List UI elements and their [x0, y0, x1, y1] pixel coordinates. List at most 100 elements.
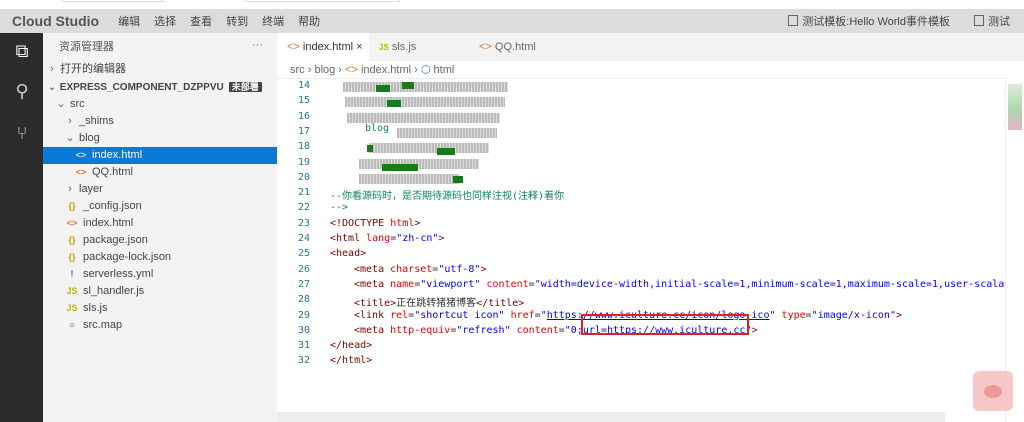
- file-tree-item[interactable]: › _shims: [43, 113, 277, 130]
- explorer-icon[interactable]: ⧉: [12, 41, 32, 61]
- test-template-button[interactable]: 测试模板:Hello World事件模板: [788, 13, 950, 29]
- file-tree-item[interactable]: <> index.html: [43, 215, 277, 232]
- ascii-art: [345, 97, 505, 107]
- code-token: <meta: [354, 263, 391, 275]
- code-token: </html>: [330, 355, 373, 367]
- menu-select[interactable]: 选择: [154, 13, 176, 29]
- ascii-art-mark: [402, 82, 414, 89]
- line-number: 29: [297, 309, 310, 321]
- menu-help[interactable]: 帮助: [298, 13, 320, 29]
- breadcrumb-blog[interactable]: blog: [314, 64, 335, 76]
- file-tree-label: blog: [79, 132, 100, 144]
- code-token: <meta: [354, 324, 391, 336]
- line-number: 16: [297, 110, 310, 122]
- line-number: 21: [297, 187, 310, 199]
- code-line: <html lang="zh-cn">: [330, 233, 444, 244]
- menu-terminal[interactable]: 终端: [262, 13, 284, 29]
- file-tree-item[interactable]: ! serverless.yml: [43, 266, 277, 283]
- code-token: lang: [366, 233, 391, 244]
- code-token: </title>: [476, 298, 525, 310]
- file-tree-label: sl_handler.js: [83, 285, 145, 297]
- menu-view[interactable]: 查看: [190, 13, 212, 29]
- breadcrumb: src › blog › <> index.html › ⬡ html: [290, 64, 455, 76]
- chevron-right-icon: ›: [68, 115, 72, 127]
- ascii-art-mark: [437, 148, 455, 155]
- breadcrumb-html[interactable]: html: [434, 64, 455, 76]
- open-editors-section[interactable]: › 打开的编辑器: [43, 61, 277, 78]
- file-tree-item[interactable]: {} package.json: [43, 232, 277, 249]
- code-token: href: [510, 309, 535, 321]
- breadcrumb-file[interactable]: index.html: [361, 64, 411, 76]
- file-tree-label: package.json: [83, 234, 148, 246]
- line-number: 25: [297, 248, 310, 260]
- file-tree-item[interactable]: › layer: [43, 181, 277, 198]
- line-number: 32: [297, 355, 310, 367]
- code-token: html: [390, 217, 415, 229]
- code-token: <head>: [330, 248, 367, 260]
- close-icon[interactable]: ×: [356, 41, 362, 53]
- code-line: <meta name="viewport" content="width=dev…: [354, 279, 1010, 290]
- search-icon[interactable]: ⚲: [12, 81, 32, 101]
- code-token: >: [480, 263, 487, 275]
- highlight-box: [581, 314, 749, 335]
- code-token: rel: [390, 309, 409, 321]
- explorer-sidebar: 资源管理器 ··· › 打开的编辑器 ⌄ EXPRESS_COMPONENT_D…: [43, 33, 277, 422]
- code-token: -->: [330, 202, 349, 214]
- line-number: 31: [297, 340, 310, 352]
- yml-file-icon: !: [70, 269, 74, 279]
- code-token: <html: [330, 233, 367, 244]
- file-tree-item[interactable]: <> QQ.html: [43, 164, 277, 181]
- code-token: content: [486, 278, 529, 290]
- code-token: <meta: [354, 278, 391, 290]
- file-tree-label: src: [70, 98, 85, 110]
- test-template-label: 测试模板:Hello World事件模板: [802, 16, 950, 28]
- code-token: name: [390, 278, 415, 290]
- line-number: 24: [297, 233, 310, 244]
- file-tree-label: serverless.yml: [83, 268, 154, 280]
- file-tree-label: src.map: [83, 319, 123, 331]
- minimap-preview: [1008, 84, 1022, 130]
- tab-qq-html[interactable]: <> QQ.html: [469, 33, 599, 61]
- code-line: -->: [330, 202, 348, 213]
- file-tree-item[interactable]: <> index.html: [43, 147, 277, 164]
- file-tree-item[interactable]: JS sls.js: [43, 300, 277, 317]
- file-tree-item[interactable]: ≡ src.map: [43, 317, 277, 334]
- tab-sls-js[interactable]: JS sls.js: [369, 33, 469, 61]
- line-number: 20: [297, 171, 310, 183]
- js-file-icon: JS: [66, 286, 78, 296]
- file-tree-item[interactable]: ⌄ src: [43, 96, 277, 113]
- html-file-icon: <>: [66, 218, 78, 228]
- project-section[interactable]: ⌄ EXPRESS_COMPONENT_DZPPVU 未部署: [43, 79, 277, 96]
- pig-mascot-icon[interactable]: [973, 371, 1013, 411]
- more-actions-button[interactable]: ···: [252, 39, 263, 51]
- tab-index-html[interactable]: <> index.html ×: [277, 33, 369, 61]
- source-control-icon[interactable]: ⑂: [12, 123, 32, 143]
- horizontal-scrollbar[interactable]: [277, 412, 945, 422]
- ascii-art-mark: [376, 85, 390, 92]
- line-number: 18: [297, 141, 310, 153]
- ascii-art-mark: [367, 145, 373, 152]
- project-label: EXPRESS_COMPONENT_DZPPVU: [59, 82, 224, 93]
- chevron-down-icon: ⌄: [47, 82, 57, 93]
- ascii-art: [343, 82, 508, 92]
- file-tree-label: package-lock.json: [83, 251, 172, 263]
- json-file-icon: {}: [68, 235, 76, 245]
- ascii-art-mark: [382, 164, 418, 171]
- file-tree-label: QQ.html: [92, 166, 133, 178]
- editor-tabs: <> index.html × JS sls.js <> QQ.html: [277, 33, 1024, 61]
- file-tree-item[interactable]: ⌄ blog: [43, 130, 277, 147]
- file-tree-item[interactable]: {} package-lock.json: [43, 249, 277, 266]
- file-tree-label: layer: [79, 183, 103, 195]
- line-number: 17: [297, 125, 310, 137]
- code-token: "refresh": [456, 324, 511, 336]
- breadcrumb-src[interactable]: src: [290, 64, 305, 76]
- code-token: "zh-cn": [396, 233, 439, 244]
- ascii-art-mark: [453, 176, 463, 183]
- file-tree-item[interactable]: JS sl_handler.js: [43, 283, 277, 300]
- code-editor[interactable]: blog 14 15 16 17 18 19 20 21 22 23 24 25 26 27 28 29 30 3…: [277, 78, 1010, 410]
- test-button[interactable]: 测试: [974, 13, 1010, 29]
- menu-edit[interactable]: 编辑: [118, 13, 140, 29]
- file-tree-item[interactable]: {} _config.json: [43, 198, 277, 215]
- menu-goto[interactable]: 转到: [226, 13, 248, 29]
- tab-label: sls.js: [391, 41, 417, 53]
